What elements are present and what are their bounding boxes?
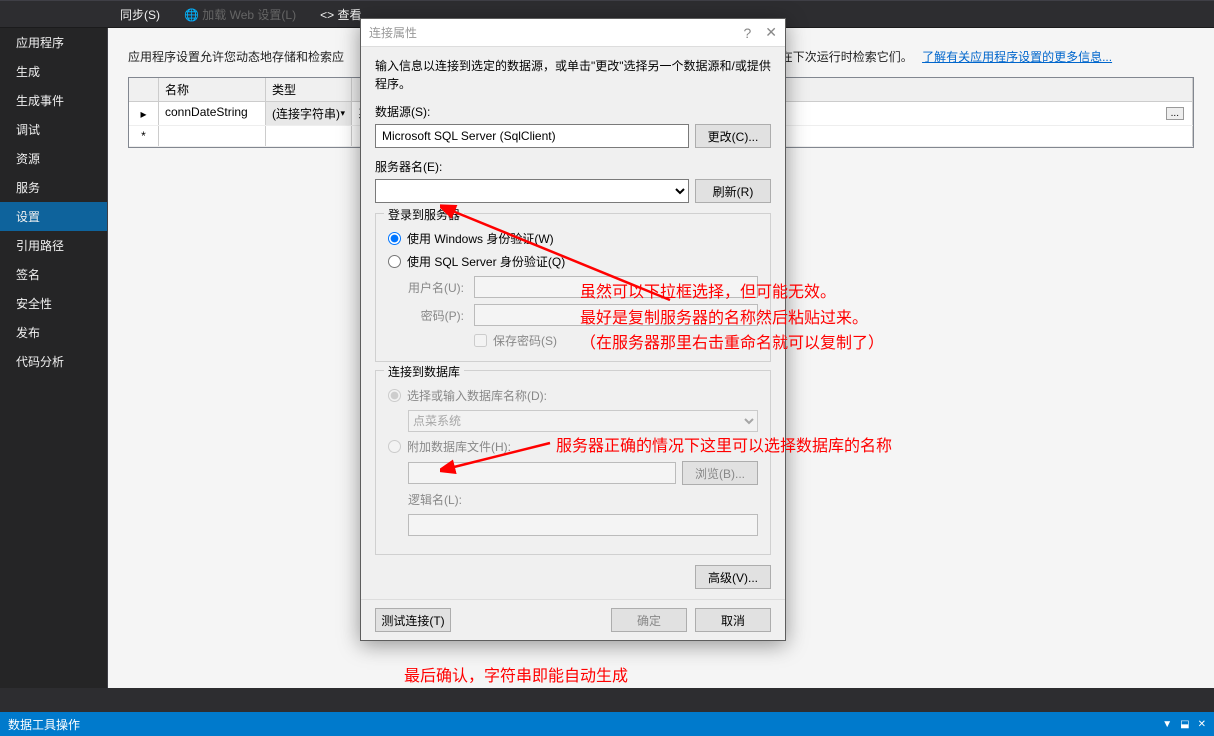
code-icon: <> [320, 8, 334, 22]
radio-win-auth[interactable]: 使用 Windows 身份验证(W) [388, 230, 758, 247]
logical-label: 逻辑名(L): [408, 491, 462, 508]
connection-properties-dialog: 连接属性 ? ✕ 输入信息以连接到选定的数据源，或单击"更改"选择另一个数据源和… [360, 18, 786, 641]
status-bar: 数据工具操作 ▼ ⬓ ✕ [0, 712, 1214, 736]
grid-header-type: 类型 [266, 78, 352, 101]
cell-name[interactable]: connDateString [159, 102, 266, 125]
change-button[interactable]: 更改(C)... [695, 124, 771, 148]
sidebar-item-refpath[interactable]: 引用路径 [0, 231, 107, 260]
chevron-down-icon: ▾ [340, 108, 345, 119]
new-row-indicator: * [129, 126, 159, 146]
cancel-button[interactable]: 取消 [695, 608, 771, 632]
pass-input [474, 304, 758, 326]
radio-attach-file[interactable]: 附加数据库文件(H): [388, 438, 758, 455]
cell-type[interactable]: (连接字符串)▾ [266, 102, 352, 125]
user-label: 用户名(U): [388, 279, 464, 296]
savepass-label: 保存密码(S) [493, 332, 557, 349]
menu-load-web: 🌐 加载 Web 设置(L) [172, 2, 308, 27]
sidebar-item-settings[interactable]: 设置 [0, 202, 107, 231]
dialog-titlebar[interactable]: 连接属性 ? ✕ [361, 19, 785, 47]
grid-corner [129, 78, 159, 101]
server-select[interactable] [375, 179, 689, 203]
test-connection-button[interactable]: 测试连接(T) [375, 608, 451, 632]
sidebar-item-publish[interactable]: 发布 [0, 318, 107, 347]
advanced-button[interactable]: 高级(V)... [695, 565, 771, 589]
db-legend: 连接到数据库 [384, 363, 464, 380]
dialog-title: 连接属性 [369, 24, 417, 41]
pass-label: 密码(P): [388, 307, 464, 324]
server-label: 服务器名(E): [375, 158, 771, 175]
close-icon[interactable]: ✕ [765, 24, 777, 41]
db-select: 点菜系统 [408, 410, 758, 432]
dropdown-icon[interactable]: ▼ [1162, 719, 1172, 730]
attach-file-input [408, 462, 676, 484]
radio-win-auth-input[interactable] [388, 232, 401, 245]
sidebar-item-sign[interactable]: 签名 [0, 260, 107, 289]
radio-attach-file-input [388, 440, 401, 453]
pin-icon[interactable]: ⬓ [1180, 719, 1189, 730]
help-icon[interactable]: ? [743, 25, 751, 41]
radio-select-db[interactable]: 选择或输入数据库名称(D): [388, 387, 758, 404]
dialog-intro: 输入信息以连接到选定的数据源，或单击"更改"选择另一个数据源和/或提供程序。 [375, 57, 771, 93]
sidebar-item-build[interactable]: 生成 [0, 57, 107, 86]
savepass-checkbox [474, 334, 487, 347]
datasource-label: 数据源(S): [375, 103, 771, 120]
learn-more-link[interactable]: 了解有关应用程序设置的更多信息... [922, 50, 1112, 64]
radio-sql-auth[interactable]: 使用 SQL Server 身份验证(Q) [388, 253, 758, 270]
status-label: 数据工具操作 [8, 716, 80, 733]
sidebar-item-services[interactable]: 服务 [0, 173, 107, 202]
ellipsis-button[interactable]: ... [1166, 107, 1184, 120]
sidebar-item-resources[interactable]: 资源 [0, 144, 107, 173]
radio-select-db-input [388, 389, 401, 402]
browse-button: 浏览(B)... [682, 461, 758, 485]
login-legend: 登录到服务器 [384, 206, 464, 223]
row-indicator: ▸ [129, 102, 159, 125]
sidebar: 应用程序 生成 生成事件 调试 资源 服务 设置 引用路径 签名 安全性 发布 … [0, 28, 108, 688]
sidebar-item-app[interactable]: 应用程序 [0, 28, 107, 57]
logical-input [408, 514, 758, 536]
refresh-button[interactable]: 刷新(R) [695, 179, 771, 203]
user-input [474, 276, 758, 298]
login-fieldset: 登录到服务器 使用 Windows 身份验证(W) 使用 SQL Server … [375, 213, 771, 362]
ok-button: 确定 [611, 608, 687, 632]
sidebar-item-buildevents[interactable]: 生成事件 [0, 86, 107, 115]
globe-icon: 🌐 [184, 8, 199, 22]
datasource-input [375, 124, 689, 148]
grid-header-name: 名称 [159, 78, 266, 101]
sidebar-item-security[interactable]: 安全性 [0, 289, 107, 318]
menu-sync[interactable]: 同步(S) [108, 2, 172, 27]
close-panel-icon[interactable]: ✕ [1198, 719, 1206, 730]
sidebar-item-codeanalysis[interactable]: 代码分析 [0, 347, 107, 376]
radio-sql-auth-input[interactable] [388, 255, 401, 268]
db-fieldset: 连接到数据库 选择或输入数据库名称(D): 点菜系统 附加数据库文件(H): 浏… [375, 370, 771, 555]
sidebar-item-debug[interactable]: 调试 [0, 115, 107, 144]
